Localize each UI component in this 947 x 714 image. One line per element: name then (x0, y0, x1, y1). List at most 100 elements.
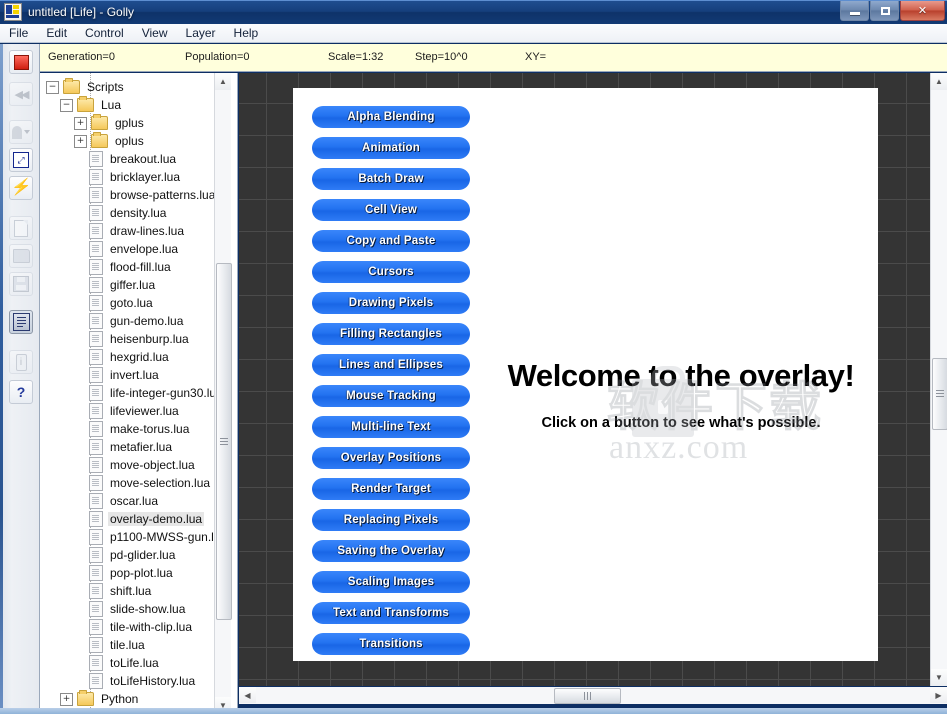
tree-item[interactable]: oscar.lua (40, 492, 220, 510)
hyperspeed-button[interactable]: ⚡ (9, 176, 33, 200)
tree-item[interactable]: goto.lua (40, 294, 220, 312)
overlay-demo-button[interactable]: Text and Transforms (312, 602, 470, 624)
overlay-demo-button[interactable]: Batch Draw (312, 168, 470, 190)
tree-item[interactable]: + oplus (40, 132, 220, 150)
tree-item[interactable]: + gplus (40, 114, 220, 132)
overlay-demo-button[interactable]: Copy and Paste (312, 230, 470, 252)
tree-item[interactable]: lifeviewer.lua (40, 402, 220, 420)
help-button[interactable]: ? (9, 380, 33, 404)
tree-item[interactable]: toLife.lua (40, 654, 220, 672)
tree-item[interactable]: − Scripts (40, 78, 220, 96)
pattern-info-button[interactable]: i (9, 350, 33, 374)
canvas-scroll-down-arrow[interactable]: ▼ (931, 669, 947, 686)
new-pattern-button[interactable] (9, 216, 33, 240)
close-button[interactable]: ✕ (900, 1, 945, 21)
overlay-demo-button[interactable]: Cell View (312, 199, 470, 221)
tree-expander-icon[interactable]: + (74, 134, 87, 148)
tree-item[interactable]: pd-glider.lua (40, 546, 220, 564)
tree-item[interactable]: life-integer-gun30.lua (40, 384, 223, 402)
pattern-canvas[interactable]: Alpha Blending Animation Batch Draw Cell Vi… (239, 73, 930, 686)
tree-item[interactable]: invert.lua (40, 366, 220, 384)
overlay-demo-button[interactable]: Filling Rectangles (312, 323, 470, 345)
title-bar-left: untitled [Life] - Golly (4, 3, 134, 21)
rewind-icon: ◀◀ (14, 88, 30, 101)
tree-item[interactable]: overlay-demo.lua (40, 510, 220, 528)
save-pattern-button[interactable] (9, 272, 33, 296)
tree-expander-icon[interactable]: + (60, 692, 73, 706)
stop-button[interactable] (9, 50, 33, 74)
minimize-button[interactable] (840, 1, 869, 21)
tree-item[interactable]: heisenburp.lua (40, 330, 220, 348)
canvas-vscrollbar-thumb[interactable] (932, 358, 947, 430)
golly-window: untitled [Life] - Golly ✕ File Edit Cont… (0, 0, 947, 714)
tree-item-label: tile-with-clip.lua (110, 620, 193, 634)
overlay-demo-button[interactable]: Mouse Tracking (312, 385, 470, 407)
tree-item[interactable]: tile.lua (40, 636, 220, 654)
algorithm-button[interactable] (9, 120, 33, 144)
tree-item[interactable]: tile-with-clip.lua (40, 618, 220, 636)
canvas-scroll-right-arrow[interactable]: ▶ (930, 687, 947, 703)
tree-item[interactable]: p1100-MWSS-gun.lua (40, 528, 227, 546)
tree-item[interactable]: make-torus.lua (40, 420, 220, 438)
menu-item-file[interactable]: File (0, 24, 37, 42)
tree-item[interactable]: density.lua (40, 204, 220, 222)
canvas-scroll-left-arrow[interactable]: ◀ (239, 687, 256, 703)
lightning-icon: ⚡ (9, 179, 33, 196)
canvas-scroll-up-arrow[interactable]: ▲ (931, 73, 947, 90)
open-pattern-button[interactable] (9, 244, 33, 268)
tree-item-label: metafier.lua (110, 440, 173, 454)
scripts-tree[interactable]: − Scripts − Lua + gplus + oplus breakout.lua bric… (40, 78, 227, 708)
tree-item[interactable]: pop-plot.lua (40, 564, 220, 582)
tree-item[interactable]: giffer.lua (40, 276, 220, 294)
canvas-vertical-scrollbar[interactable]: ▲ ▼ (930, 73, 947, 686)
overlay-demo-button[interactable]: Render Target (312, 478, 470, 500)
overlay-demo-button[interactable]: Lines and Ellipses (312, 354, 470, 376)
tree-item[interactable]: hexgrid.lua (40, 348, 220, 366)
tree-scrollbar-thumb[interactable] (216, 263, 232, 620)
tree-item[interactable]: browse-patterns.lua (40, 186, 220, 204)
maximize-button[interactable] (870, 1, 899, 21)
menu-item-layer[interactable]: Layer (177, 24, 225, 42)
tree-item[interactable]: move-object.lua (40, 456, 220, 474)
overlay-demo-button[interactable]: Overlay Positions (312, 447, 470, 469)
menu-item-edit[interactable]: Edit (37, 24, 76, 42)
tree-item[interactable]: draw-lines.lua (40, 222, 220, 240)
show-scripts-button[interactable] (9, 310, 33, 334)
menu-item-control[interactable]: Control (76, 24, 133, 42)
fit-pattern-button[interactable]: ⤢ (9, 148, 33, 172)
overlay-demo-button[interactable]: Alpha Blending (312, 106, 470, 128)
tree-item[interactable]: gun-demo.lua (40, 312, 220, 330)
tree-item[interactable]: metafier.lua (40, 438, 220, 456)
tree-item[interactable]: + Python (40, 690, 220, 708)
overlay-demo-button[interactable]: Cursors (312, 261, 470, 283)
tree-vertical-scrollbar[interactable]: ▲ ▼ (214, 73, 232, 714)
canvas-hscrollbar-thumb[interactable] (554, 688, 621, 704)
tree-scroll-up-arrow[interactable]: ▲ (215, 73, 231, 90)
tree-item[interactable]: breakout.lua (40, 150, 220, 168)
overlay-demo-button[interactable]: Scaling Images (312, 571, 470, 593)
overlay-demo-button[interactable]: Transitions (312, 633, 470, 655)
overlay-demo-button[interactable]: Replacing Pixels (312, 509, 470, 531)
tree-item[interactable]: shift.lua (40, 582, 220, 600)
reset-button[interactable]: ◀◀ (9, 82, 33, 106)
tree-item[interactable]: envelope.lua (40, 240, 220, 258)
menu-item-view[interactable]: View (133, 24, 177, 42)
tree-expander-icon[interactable]: − (60, 98, 73, 112)
overlay-demo-button[interactable]: Animation (312, 137, 470, 159)
tree-item[interactable]: − Lua (40, 96, 220, 114)
tree-expander-icon[interactable]: − (46, 80, 59, 94)
overlay-demo-button[interactable]: Drawing Pixels (312, 292, 470, 314)
tree-item[interactable]: slide-show.lua (40, 600, 220, 618)
menu-item-help[interactable]: Help (225, 24, 268, 42)
canvas-horizontal-scrollbar[interactable]: ◀ ▶ (239, 687, 947, 704)
tree-item[interactable]: move-selection.lua (40, 474, 220, 492)
tree-expander-icon[interactable]: + (74, 116, 87, 130)
overlay-surface[interactable]: Alpha Blending Animation Batch Draw Cell Vi… (293, 88, 878, 661)
overlay-demo-button[interactable]: Multi-line Text (312, 416, 470, 438)
tree-item[interactable]: flood-fill.lua (40, 258, 220, 276)
file-icon (89, 529, 103, 545)
tree-item[interactable]: bricklayer.lua (40, 168, 220, 186)
scripts-tree-pane[interactable]: − Scripts − Lua + gplus + oplus breakout.lua bric… (40, 73, 238, 714)
overlay-demo-button[interactable]: Saving the Overlay (312, 540, 470, 562)
tree-item[interactable]: toLifeHistory.lua (40, 672, 220, 690)
